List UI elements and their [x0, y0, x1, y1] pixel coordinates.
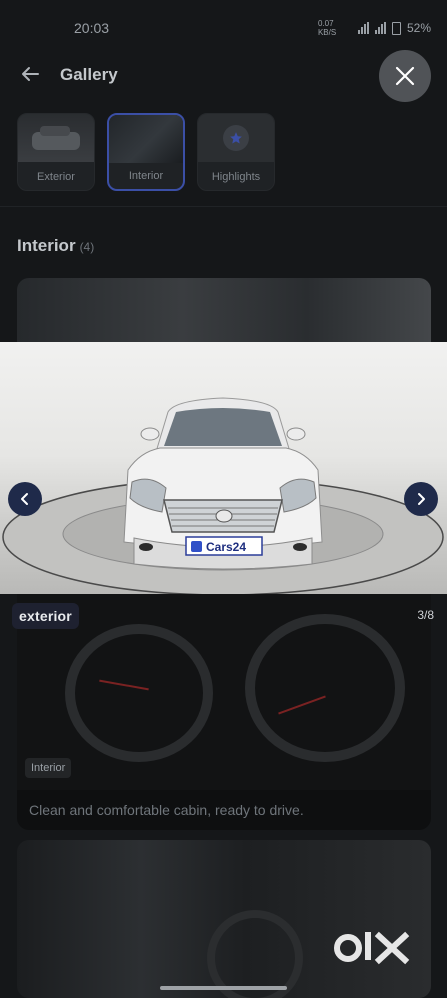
tab-interior[interactable]: Interior: [107, 113, 185, 191]
page-title: Gallery: [60, 65, 118, 84]
gauge-left: [65, 624, 213, 762]
image-viewer[interactable]: Cars24: [0, 342, 447, 594]
category-tabs: Exterior Interior Highlights: [17, 113, 275, 191]
highlights-thumbnail: [198, 114, 274, 162]
olx-logo: [333, 928, 413, 973]
arrow-left-icon[interactable]: [18, 62, 42, 86]
card-badge: Interior: [25, 758, 72, 778]
tab-interior-label: Interior: [128, 170, 164, 182]
close-button[interactable]: [379, 50, 431, 102]
tab-exterior[interactable]: Exterior: [17, 113, 95, 191]
tab-exterior-label: Exterior: [37, 171, 75, 183]
exterior-thumbnail: [18, 114, 94, 162]
star-icon: [223, 125, 249, 151]
section-title: Interior: [17, 236, 76, 255]
chevron-right-icon: [418, 493, 425, 505]
tab-highlights-label: Highlights: [211, 171, 261, 183]
gauge-right: [245, 614, 405, 762]
section-heading: Interior (4): [17, 236, 94, 256]
car-photo: Cars24: [2, 397, 444, 594]
dashboard-photo: [17, 594, 431, 790]
battery-level: 52%: [406, 21, 431, 35]
interior-image-card[interactable]: Interior Clean and comfortable cabin, re…: [17, 594, 431, 830]
plate-text: Cars24: [206, 540, 246, 554]
interior-image-card[interactable]: [17, 840, 431, 998]
signal-2-icon: [374, 22, 386, 34]
section-count: (4): [79, 240, 95, 254]
image-counter: 3/8: [417, 608, 434, 622]
battery-icon: [391, 21, 401, 35]
cars24-logo-icon: [191, 541, 202, 552]
close-icon: [395, 66, 415, 86]
chevron-left-icon: [21, 493, 28, 505]
interior-thumbnail: [109, 115, 183, 163]
tab-highlights[interactable]: Highlights: [197, 113, 275, 191]
image-category-label: exterior: [12, 603, 79, 629]
divider: [0, 206, 447, 207]
status-bar: 20:03 0.07 KB/S 52%: [0, 0, 447, 52]
status-time: 20:03: [74, 20, 110, 36]
status-icons: 0.07 KB/S 52%: [318, 19, 431, 37]
signal-icon: [357, 22, 369, 34]
home-indicator[interactable]: [160, 986, 287, 990]
data-speed: 0.07 KB/S: [317, 19, 337, 37]
next-image-button[interactable]: [404, 482, 438, 516]
previous-image-button[interactable]: [8, 482, 42, 516]
steering-detail: [207, 910, 303, 998]
card-caption: Clean and comfortable cabin, ready to dr…: [29, 802, 304, 818]
interior-image-card[interactable]: [17, 278, 431, 348]
